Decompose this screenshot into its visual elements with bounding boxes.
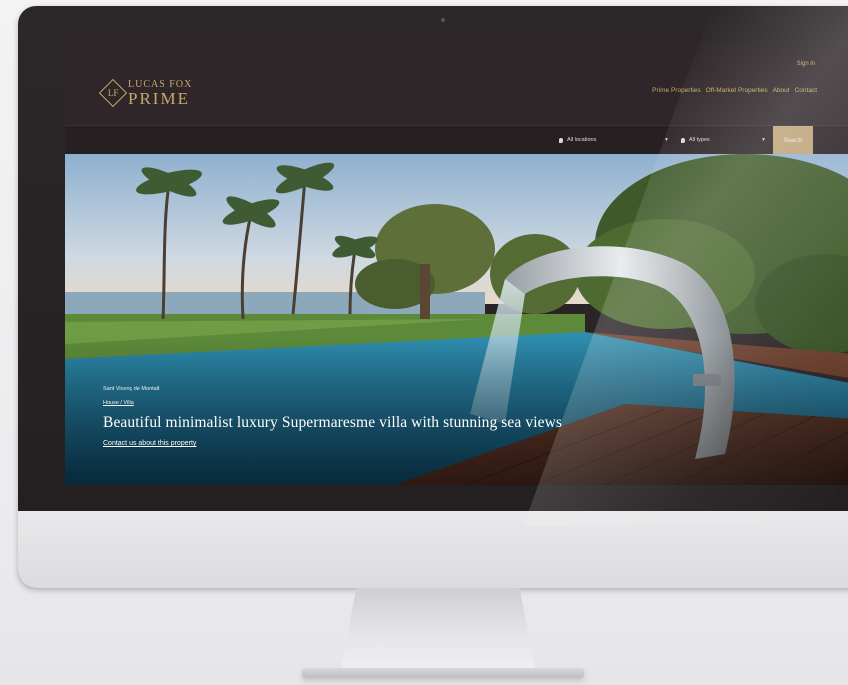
nav-prime-properties[interactable]: Prime Properties	[652, 87, 700, 94]
type-select[interactable]: All types ▼	[681, 132, 766, 148]
house-icon	[681, 137, 685, 143]
sign-in-link[interactable]: Sign in	[797, 61, 815, 67]
monitor-stand	[340, 588, 536, 672]
contact-property-link[interactable]: Contact us about this property	[103, 440, 562, 447]
location-select[interactable]: All locations ▼	[559, 132, 669, 148]
property-title: Beautiful minimalist luxury Supermaresme…	[103, 414, 563, 431]
imac-monitor: LF LUCAS FOX PRIME Sign in Prime Propert…	[18, 6, 848, 588]
nav-off-market-properties[interactable]: Off-Market Properties	[706, 87, 768, 94]
property-search-bar: All locations ▼ All types ▼ Search	[65, 125, 848, 155]
logo-monogram: LF	[107, 87, 119, 98]
chevron-down-icon: ▼	[761, 137, 766, 143]
property-location: Sant Vicenç de Montalt	[103, 386, 160, 392]
logo-text-top: LUCAS FOX	[128, 78, 193, 90]
nav-about[interactable]: About	[773, 87, 790, 94]
website-screen: LF LUCAS FOX PRIME Sign in Prime Propert…	[65, 42, 848, 485]
monitor-chin	[18, 511, 848, 588]
chevron-down-icon: ▼	[664, 137, 669, 143]
logo-text-bottom: PRIME	[128, 88, 190, 108]
lucas-fox-prime-logo[interactable]: LF LUCAS FOX PRIME	[98, 78, 193, 108]
camera-dot	[441, 18, 445, 22]
location-pin-icon	[559, 137, 563, 143]
monitor-stand-base	[302, 668, 584, 678]
nav-contact[interactable]: Contact	[795, 87, 817, 94]
diamond-logo-icon: LF	[98, 78, 128, 108]
property-category[interactable]: House / Villa	[103, 400, 562, 406]
type-select-value: All types	[689, 137, 710, 143]
location-select-value: All locations	[567, 137, 597, 143]
search-button[interactable]: Search	[773, 126, 813, 155]
site-header: LF LUCAS FOX PRIME Sign in Prime Propert…	[65, 42, 848, 125]
hero-caption: Sant Vicenç de Montalt House / Villa Bea…	[103, 386, 562, 447]
main-nav: Prime Properties Off-Market Properties A…	[652, 87, 817, 94]
hero-property-image[interactable]: Sant Vicenç de Montalt House / Villa Bea…	[65, 154, 848, 485]
